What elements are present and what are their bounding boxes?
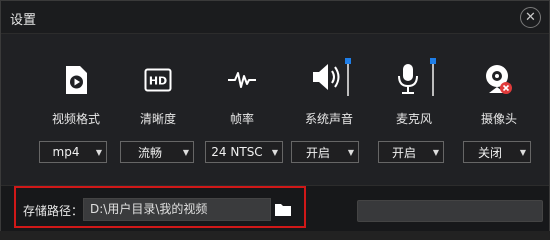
setting-label: 清晰度 — [139, 112, 176, 126]
browse-folder-button[interactable] — [274, 201, 292, 217]
setting-label: 帧率 — [229, 112, 254, 126]
frame-rate-select[interactable]: 24 NTSC ▼ — [205, 141, 283, 163]
system-audio-select[interactable]: 开启 ▼ — [291, 141, 359, 163]
close-icon: ✕ — [525, 10, 536, 25]
select-value: 24 NTSC — [211, 145, 263, 159]
clarity-select[interactable]: 流畅 ▼ — [120, 141, 194, 163]
video-format-select[interactable]: mp4 ▼ — [39, 141, 107, 163]
storage-path-label: 存储路径： — [23, 204, 84, 218]
setting-label: 视频格式 — [51, 112, 100, 126]
storage-path-input[interactable]: D:\用户目录\我的视频 — [83, 198, 271, 221]
folder-icon — [275, 204, 291, 216]
select-value: 流畅 — [137, 145, 162, 160]
status-field — [357, 200, 543, 222]
dropdown-arrow-icon: ▼ — [347, 147, 355, 157]
waveform-icon — [202, 63, 282, 97]
setting-label: 麦克风 — [395, 112, 432, 126]
dropdown-arrow-icon: ▼ — [182, 147, 190, 157]
dropdown-arrow-icon: ▼ — [271, 147, 279, 157]
close-button[interactable]: ✕ — [520, 7, 541, 28]
camera-select[interactable]: 关闭 ▼ — [463, 141, 531, 163]
setting-label: 摄像头 — [480, 112, 517, 126]
dropdown-arrow-icon: ▼ — [95, 147, 103, 157]
dropdown-arrow-icon: ▼ — [519, 147, 527, 157]
title-bar: 设置 ✕ — [1, 1, 549, 34]
microphone-icon — [374, 58, 454, 97]
webcam-icon — [459, 63, 539, 97]
dropdown-arrow-icon: ▼ — [432, 147, 440, 157]
hd-icon: HD — [118, 63, 198, 97]
video-file-icon — [36, 63, 116, 97]
select-value: 关闭 — [477, 145, 502, 160]
microphone-select[interactable]: 开启 ▼ — [378, 141, 444, 163]
select-value: 开启 — [391, 145, 416, 160]
setting-label: 系统声音 — [304, 112, 353, 126]
window-title: 设置 — [10, 13, 37, 28]
select-value: 开启 — [305, 145, 330, 160]
svg-text:HD: HD — [149, 75, 167, 88]
speaker-icon — [289, 58, 369, 97]
select-value: mp4 — [52, 145, 80, 159]
